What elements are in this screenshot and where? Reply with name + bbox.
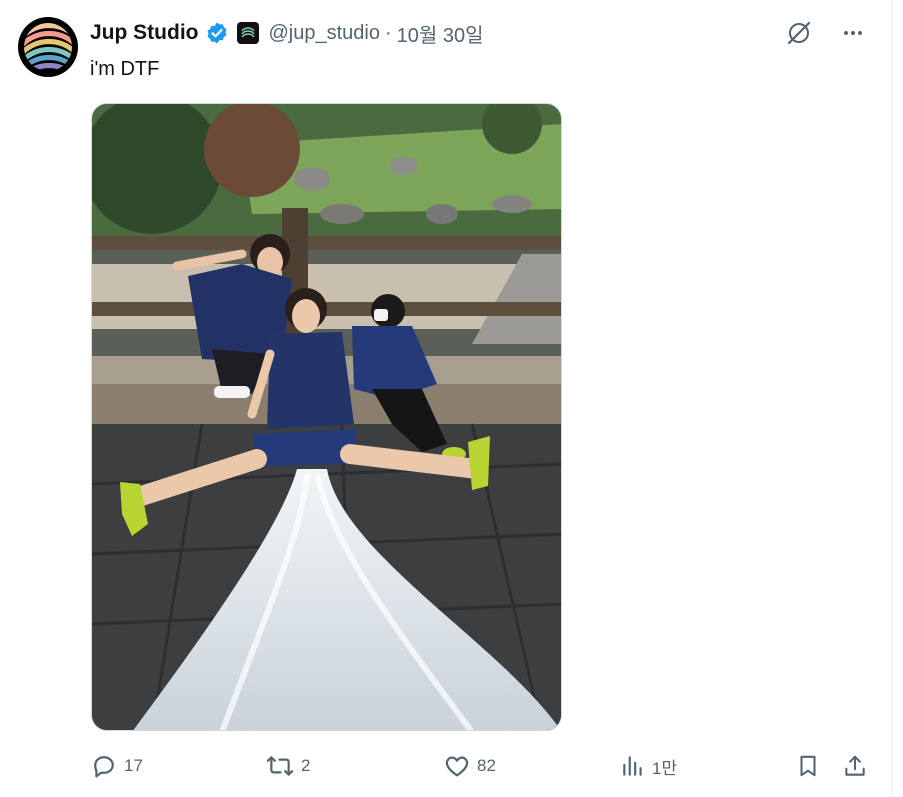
- rainbow-logo-icon: [24, 23, 72, 71]
- views-button[interactable]: 1만: [620, 750, 677, 782]
- separator-dot: ·: [384, 21, 392, 44]
- reply-button[interactable]: 17: [90, 750, 143, 782]
- post-photo[interactable]: [91, 103, 562, 731]
- display-name[interactable]: Jup Studio: [90, 21, 199, 45]
- views-count: 1만: [652, 758, 678, 778]
- avatar[interactable]: [18, 17, 78, 77]
- heart-icon: [445, 756, 469, 777]
- repost-icon: [266, 756, 294, 776]
- verified-badge-icon[interactable]: [205, 21, 229, 45]
- post-top-actions: [785, 19, 867, 47]
- post-timestamp[interactable]: 10월 30일: [397, 19, 484, 48]
- analytics-bar-icon: [623, 756, 642, 776]
- timeline-divider: [892, 0, 893, 797]
- affiliate-badge-icon[interactable]: [236, 22, 259, 44]
- more-horizontal-icon: [844, 31, 862, 35]
- share-upload-icon: [845, 755, 865, 776]
- grok-icon: [787, 21, 811, 45]
- reply-icon: [94, 756, 114, 778]
- post-text: i'm DTF: [90, 58, 160, 80]
- bookmark-button[interactable]: [795, 750, 821, 782]
- grok-button[interactable]: [785, 19, 813, 47]
- post-action-bar: 17 2 82 1만: [90, 750, 870, 782]
- like-button[interactable]: 82: [443, 750, 496, 782]
- reply-count: 17: [124, 756, 143, 775]
- like-count: 82: [477, 756, 496, 775]
- photo-illustration: [92, 104, 561, 730]
- post-header: Jup Studio @jup_studio · 10월 30일: [90, 18, 484, 48]
- more-options-button[interactable]: [839, 19, 867, 47]
- repost-count: 2: [301, 756, 311, 775]
- author-handle[interactable]: @jup_studio: [269, 22, 380, 45]
- share-button[interactable]: [842, 750, 868, 782]
- bookmark-icon: [800, 755, 816, 777]
- repost-button[interactable]: 2: [265, 750, 310, 782]
